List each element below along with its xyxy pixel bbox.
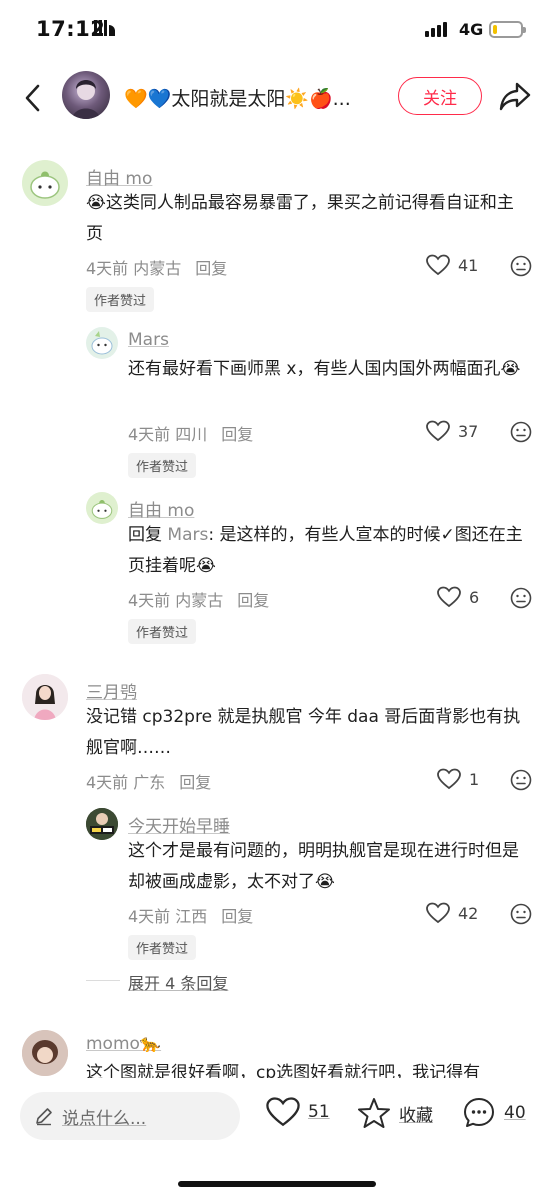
dislike-face-icon[interactable] [510, 255, 532, 277]
comment-input-placeholder: 说点什么... [62, 1108, 147, 1129]
replier-name[interactable]: 自由 mo [128, 496, 194, 521]
commenter-name[interactable]: momo🐆 [86, 1034, 161, 1054]
reply-text[interactable]: 这个才是最有问题的，明明执舰官是现在进行时但是却被画成虚影，太不对了😭 [128, 836, 532, 898]
comment-time-location: 4天前 内蒙古 [86, 259, 182, 278]
author-liked-tag: 作者赞过 [128, 935, 197, 960]
like-count: 1 [469, 769, 480, 789]
back-arrow-icon[interactable] [20, 80, 48, 116]
replier-name[interactable]: 今天开始早睡 [128, 812, 230, 837]
reply-item: Mars 还有最好看下画师黑 x，有些人国内国外两幅面孔😭 4天前 四川 回复 3… [0, 322, 554, 478]
dislike-face-icon[interactable] [510, 421, 532, 443]
comment-item: 三月鸮 没记错 cp32pre 就是执舰官 今年 daa 哥后面背影也有执舰官啊… [0, 670, 554, 800]
heart-icon [426, 420, 450, 442]
comment-item: 自由 mo 😭这类同人制品最容易暴雷了，果买之前记得看自证和主页 4天前 内蒙古… [0, 134, 554, 314]
reply-meta: 4天前 四川 回复 [128, 421, 253, 445]
like-count: 42 [458, 903, 479, 923]
activity-icon [94, 20, 115, 36]
commenter-avatar[interactable] [22, 160, 68, 206]
commenter-avatar[interactable] [22, 674, 68, 720]
heart-icon [437, 768, 461, 790]
comment-bubble-icon [464, 1098, 494, 1127]
replier-avatar[interactable] [86, 492, 118, 524]
battery-level [493, 25, 497, 34]
reply-prefix: 回复 [128, 525, 168, 545]
like-count: 6 [469, 587, 480, 607]
replier-name[interactable]: Mars [128, 330, 169, 350]
signal-icon [425, 22, 447, 37]
comment-item: momo🐆 这个图就是很好看啊，cp选图好看就行吧，我记得有 [0, 1026, 554, 1078]
follow-button[interactable]: 关注 [398, 77, 482, 115]
commenter-name[interactable]: 自由 mo [86, 164, 152, 189]
share-icon[interactable] [498, 80, 532, 112]
pencil-icon [36, 1108, 52, 1126]
comment-meta: 4天前 广东 回复 [86, 769, 211, 793]
like-count: 41 [458, 255, 479, 275]
comment-meta: 4天前 内蒙古 回复 [86, 255, 227, 279]
collect-button[interactable]: 收藏 [357, 1096, 433, 1130]
replier-avatar[interactable] [86, 327, 118, 359]
status-bar: 17:12 4G [0, 0, 554, 62]
commenter-name[interactable]: 三月鸮 [86, 678, 137, 703]
post-like-count: 51 [308, 1102, 330, 1122]
reply-button[interactable]: 回复 [195, 259, 227, 278]
replier-avatar[interactable] [86, 808, 118, 840]
reply-time-location: 4天前 江西 [128, 907, 208, 926]
expand-replies-link[interactable]: 展开 4 条回复 [128, 970, 228, 994]
like-button[interactable]: 41 [426, 254, 478, 276]
reply-button[interactable]: 回复 [221, 425, 253, 444]
expand-divider [86, 980, 120, 981]
star-icon [358, 1098, 390, 1128]
bottom-action-bar: 说点什么... 51 收藏 40 [0, 1078, 554, 1199]
author-liked-tag: 作者赞过 [86, 287, 155, 312]
reply-time-location: 4天前 内蒙古 [128, 591, 224, 610]
reply-button[interactable]: 回复 [179, 773, 211, 792]
network-type: 4G [459, 20, 484, 39]
author-liked-tag: 作者赞过 [128, 453, 197, 478]
dislike-face-icon[interactable] [510, 903, 532, 925]
reply-text[interactable]: 还有最好看下画师黑 x，有些人国内国外两幅面孔😭 [128, 354, 532, 385]
comment-text[interactable]: 没记错 cp32pre 就是执舰官 今年 daa 哥后面背影也有执舰官啊…… [86, 702, 526, 764]
like-button[interactable]: 37 [426, 420, 478, 442]
heart-icon [266, 1097, 300, 1127]
reply-target-name[interactable]: Mars [167, 525, 208, 545]
comment-text[interactable]: 这个图就是很好看啊，cp选图好看就行吧，我记得有 [86, 1058, 526, 1078]
heart-icon [426, 254, 450, 276]
reply-button[interactable]: 回复 [221, 907, 253, 926]
comments-count: 40 [504, 1103, 526, 1123]
comment-time-location: 4天前 广东 [86, 773, 166, 792]
dislike-face-icon[interactable] [510, 769, 532, 791]
heart-icon [437, 586, 461, 608]
battery-icon [489, 21, 526, 38]
reply-time-location: 4天前 四川 [128, 425, 208, 444]
comment-input[interactable]: 说点什么... [20, 1092, 240, 1140]
post-like-button[interactable]: 51 [266, 1096, 330, 1128]
comments-button[interactable]: 40 [462, 1096, 526, 1130]
author-name[interactable]: 🧡💙太阳就是太阳☀️🍎... [124, 84, 351, 111]
like-count: 37 [458, 421, 479, 441]
author-avatar[interactable] [62, 71, 110, 119]
like-button[interactable]: 6 [437, 586, 479, 608]
author-liked-tag: 作者赞过 [128, 619, 197, 644]
reply-button[interactable]: 回复 [237, 591, 269, 610]
dislike-face-icon[interactable] [510, 587, 532, 609]
reply-text[interactable]: 回复 Mars: 是这样的，有些人宣本的时候✓图还在主页挂着呢😭 [128, 520, 532, 582]
reply-item: 自由 mo 回复 Mars: 是这样的，有些人宣本的时候✓图还在主页挂着呢😭 4… [0, 488, 554, 648]
comment-text[interactable]: 😭这类同人制品最容易暴雷了，果买之前记得看自证和主页 [86, 188, 526, 250]
collect-label: 收藏 [399, 1105, 433, 1126]
commenter-avatar[interactable] [22, 1030, 68, 1076]
heart-icon [426, 902, 450, 924]
reply-meta: 4天前 江西 回复 [128, 903, 253, 927]
post-header: 🧡💙太阳就是太阳☀️🍎... 关注 [0, 62, 554, 134]
reply-item: 今天开始早睡 这个才是最有问题的，明明执舰官是现在进行时但是却被画成虚影，太不对… [0, 804, 554, 964]
like-button[interactable]: 42 [426, 902, 478, 924]
home-indicator[interactable] [178, 1181, 376, 1187]
like-button[interactable]: 1 [437, 768, 479, 790]
reply-meta: 4天前 内蒙古 回复 [128, 587, 269, 611]
comment-list: 自由 mo 😭这类同人制品最容易暴雷了，果买之前记得看自证和主页 4天前 内蒙古… [0, 134, 554, 1078]
